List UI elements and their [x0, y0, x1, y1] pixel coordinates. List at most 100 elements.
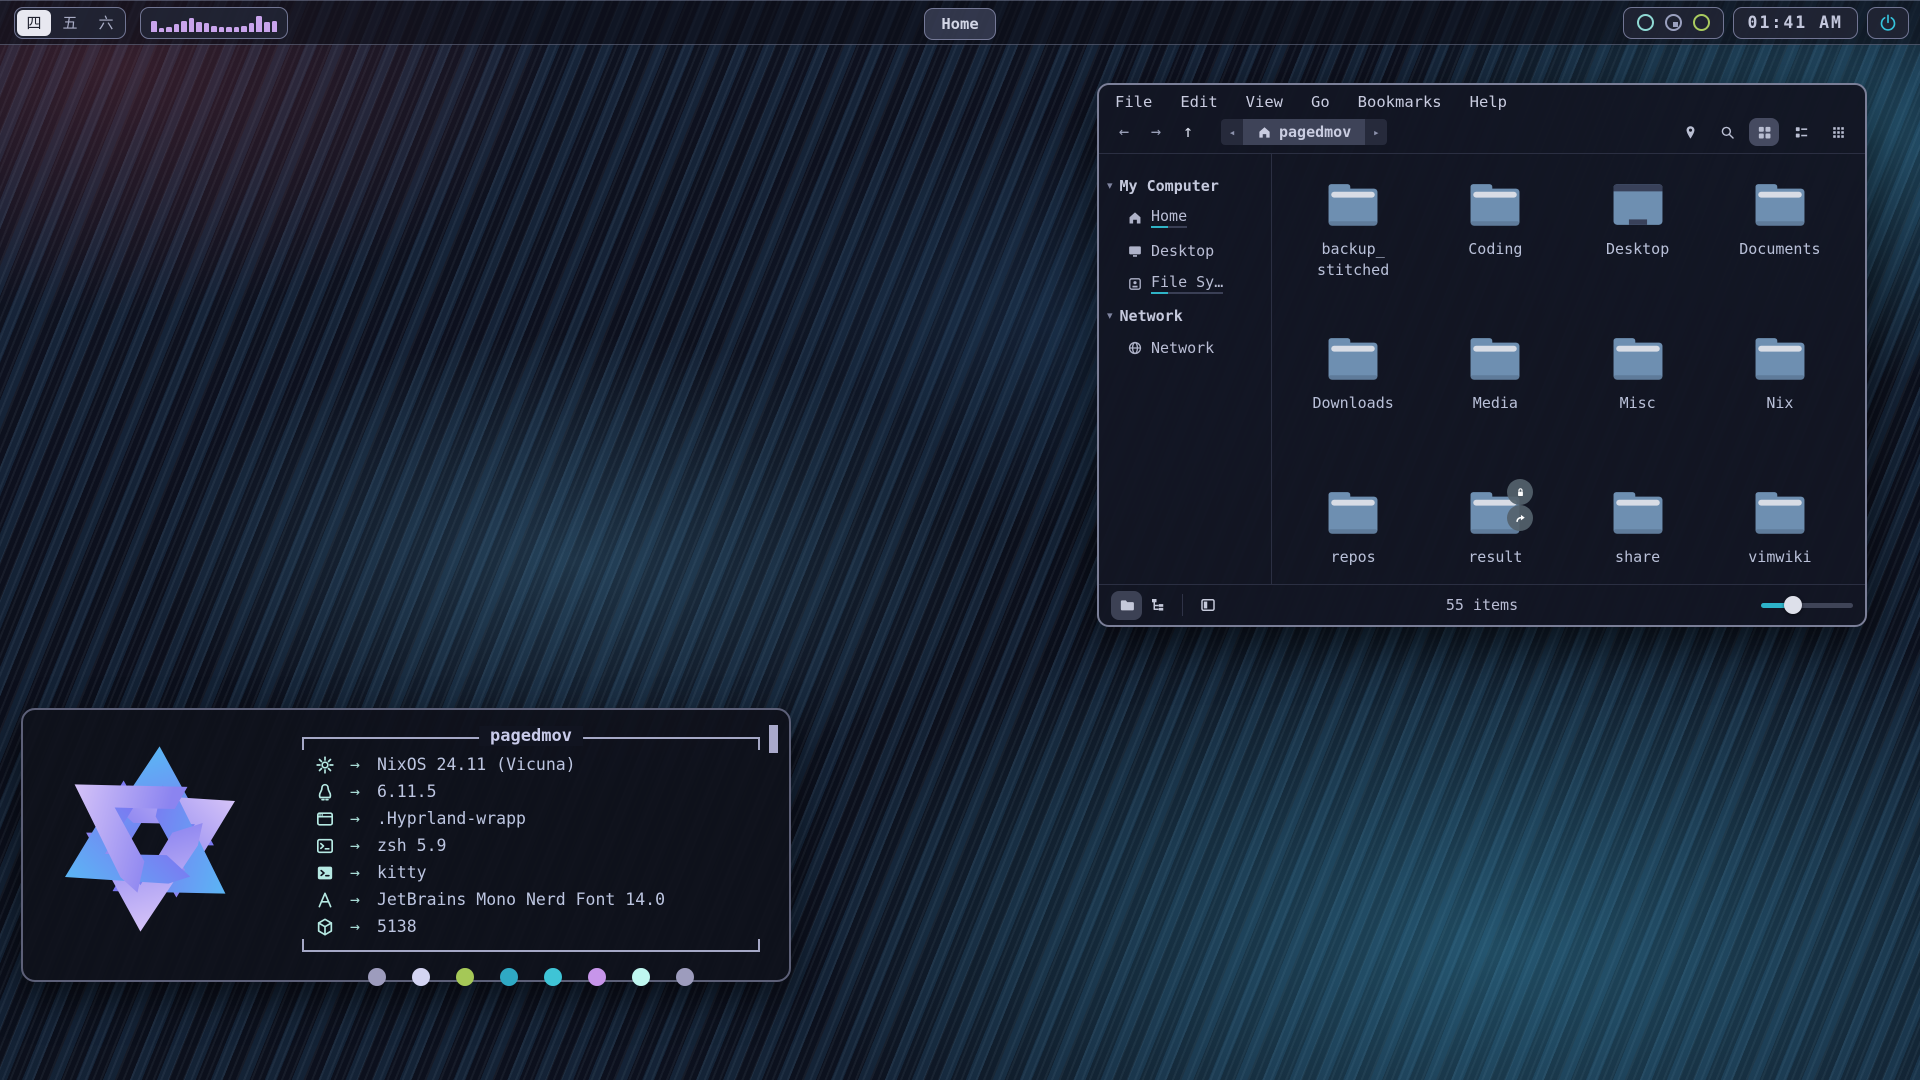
- palette-dot: [632, 968, 650, 986]
- visualizer-bar: [249, 23, 255, 32]
- file-label: Downloads: [1312, 393, 1393, 414]
- file-item-coding[interactable]: Coding: [1424, 178, 1566, 332]
- file-item-repos[interactable]: repos: [1282, 486, 1424, 584]
- menu-item-file[interactable]: File: [1115, 93, 1152, 111]
- menu-item-bookmarks[interactable]: Bookmarks: [1358, 93, 1442, 111]
- file-label: Coding: [1468, 239, 1522, 260]
- path-scroll-right[interactable]: ▸: [1365, 119, 1387, 145]
- forward-button[interactable]: →: [1143, 120, 1169, 144]
- file-grid: backup_stitched Coding Desktop: [1272, 154, 1865, 584]
- nixos-logo: [51, 740, 249, 938]
- clock-label: 01:41 AM: [1748, 13, 1843, 32]
- tree-icon: [1149, 596, 1167, 614]
- sidebar-item-mycomputer[interactable]: ▾ My Computer: [1107, 170, 1265, 201]
- arrow-icon: →: [350, 836, 360, 855]
- file-label: Nix: [1766, 393, 1793, 414]
- menu-item-view[interactable]: View: [1246, 93, 1283, 111]
- sidebar-item-home[interactable]: Home: [1107, 201, 1265, 234]
- path-scroll-left[interactable]: ◂: [1221, 119, 1243, 145]
- font-icon: [315, 890, 335, 910]
- up-button[interactable]: ↑: [1175, 120, 1201, 144]
- file-item-nix[interactable]: Nix: [1709, 332, 1851, 486]
- file-label: Media: [1473, 393, 1518, 414]
- zoom-slider-track[interactable]: [1761, 603, 1853, 608]
- places-pane-button[interactable]: [1111, 591, 1142, 620]
- list-view-button[interactable]: [1786, 118, 1816, 146]
- back-button[interactable]: ←: [1111, 120, 1137, 144]
- file-item-media[interactable]: Media: [1424, 332, 1566, 486]
- path-label: pagedmov: [1279, 123, 1351, 141]
- sidepane-icon: [1199, 596, 1217, 614]
- compact-view-button[interactable]: [1823, 118, 1853, 146]
- sidebar-item-network[interactable]: Network: [1107, 331, 1265, 364]
- sidebar-item-desktop[interactable]: Desktop: [1107, 234, 1265, 267]
- file-item-downloads[interactable]: Downloads: [1282, 332, 1424, 486]
- fastfetch-value: kitty: [377, 863, 427, 882]
- workspace-button[interactable]: 四: [17, 10, 51, 36]
- path-bar: ◂ pagedmov ▸: [1221, 119, 1387, 145]
- sidebar-item-filesy[interactable]: File Sy…: [1107, 267, 1265, 300]
- file-item-documents[interactable]: Documents: [1709, 178, 1851, 332]
- grid-view-icon: [1756, 124, 1773, 141]
- visualizer-bar: [264, 22, 270, 32]
- search-button[interactable]: [1712, 118, 1742, 146]
- file-item-result[interactable]: result: [1424, 486, 1566, 584]
- menu-item-help[interactable]: Help: [1470, 93, 1507, 111]
- visualizer-bar: [159, 28, 165, 32]
- icon-view-button[interactable]: [1749, 118, 1779, 146]
- ring-teal-icon: [1637, 14, 1654, 31]
- menu-item-edit[interactable]: Edit: [1180, 93, 1217, 111]
- visualizer-bar: [189, 18, 195, 32]
- visualizer-bar: [226, 27, 232, 31]
- ring-gray-icon: [1665, 14, 1682, 31]
- visualizer-bar: [256, 16, 262, 32]
- workspace-button[interactable]: 六: [89, 10, 123, 36]
- fastfetch-line: → 5138: [302, 913, 760, 940]
- status-indicators[interactable]: [1623, 7, 1724, 39]
- arrow-icon: →: [350, 782, 360, 801]
- folder-icon: [1324, 486, 1382, 538]
- sidebar-item-network[interactable]: ▾ Network: [1107, 300, 1265, 331]
- file-item-backup_stitched[interactable]: backup_stitched: [1282, 178, 1424, 332]
- path-segment-home[interactable]: pagedmov: [1243, 119, 1365, 145]
- folder-icon: [1466, 332, 1524, 384]
- location-button[interactable]: [1675, 118, 1705, 146]
- file-item-misc[interactable]: Misc: [1567, 332, 1709, 486]
- globe-icon: [1127, 340, 1143, 356]
- arrow-icon: →: [350, 917, 360, 936]
- terminal-color-palette: [302, 968, 760, 986]
- folder-icon: [1118, 596, 1136, 614]
- zoom-slider[interactable]: [1761, 595, 1853, 615]
- toggle-sidepane-button[interactable]: [1192, 591, 1223, 620]
- visualizer-bar: [234, 27, 240, 32]
- fastfetch-line: → .Hyprland-wrapp: [302, 805, 760, 832]
- file-item-share[interactable]: share: [1567, 486, 1709, 584]
- terminal-cursor: [769, 725, 778, 753]
- file-item-vimwiki[interactable]: vimwiki: [1709, 486, 1851, 584]
- file-label: Documents: [1739, 239, 1820, 260]
- kernel-icon: [315, 782, 335, 802]
- lock-emblem-icon: [1507, 479, 1533, 505]
- menu-item-go[interactable]: Go: [1311, 93, 1330, 111]
- power-button[interactable]: [1867, 7, 1909, 39]
- workspace-button[interactable]: 五: [53, 10, 87, 36]
- palette-dot: [676, 968, 694, 986]
- active-window-title[interactable]: Home: [924, 8, 995, 40]
- palette-dot: [412, 968, 430, 986]
- clock-module[interactable]: 01:41 AM: [1733, 7, 1858, 39]
- desktop: 四五六 Home 01:41 AM File Edit View Go Bookmark…: [0, 0, 1920, 1080]
- fastfetch-output: pagedmov → NixOS 24.11 (Vicuna) → 6.11.5…: [302, 737, 760, 986]
- visualizer-bar: [151, 21, 157, 32]
- fastfetch-value: zsh 5.9: [377, 836, 447, 855]
- folder-icon: [1466, 178, 1524, 230]
- toolbar: ← → ↑ ◂ pagedmov ▸: [1099, 115, 1865, 153]
- home-icon: [1257, 125, 1272, 140]
- tree-pane-button[interactable]: [1142, 591, 1173, 620]
- desktop-icon: [1609, 178, 1667, 230]
- fastfetch-line: → 6.11.5: [302, 778, 760, 805]
- file-item-desktop[interactable]: Desktop: [1567, 178, 1709, 332]
- visualizer-bar: [181, 21, 187, 31]
- sidebar: ▾ My Computer Home Desktop File Sy… ▾ Ne…: [1099, 154, 1271, 584]
- term-icon: [315, 863, 335, 883]
- zoom-slider-knob[interactable]: [1784, 596, 1802, 614]
